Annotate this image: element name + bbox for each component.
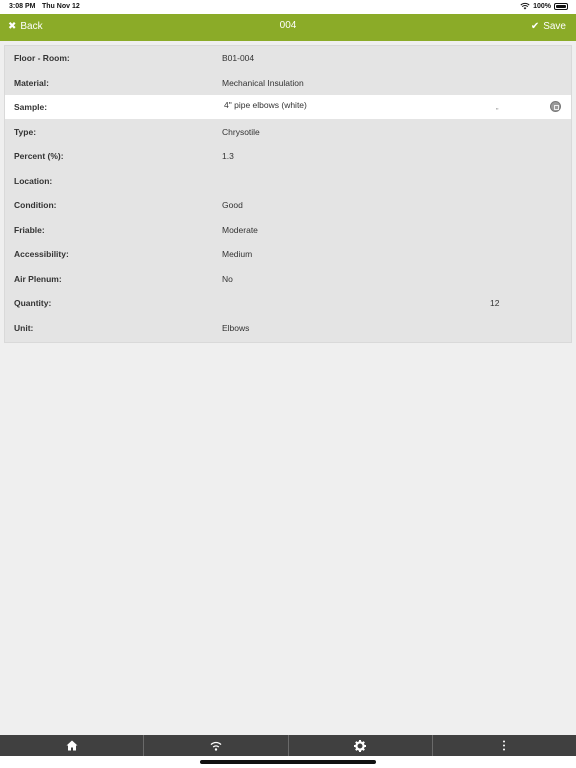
field-label: Unit: — [14, 322, 34, 333]
bottom-tab-bar — [0, 735, 576, 756]
row-material[interactable]: Material: Mechanical Insulation — [5, 71, 571, 95]
field-value: Chrysotile — [222, 126, 260, 137]
field-value: Elbows — [222, 322, 250, 333]
row-accessibility[interactable]: Accessibility: Medium — [5, 242, 571, 266]
checkmark-icon: ✔ — [530, 21, 540, 32]
field-label: Percent (%): — [14, 151, 64, 161]
field-label: Air Plenum: — [14, 273, 62, 284]
field-label: Type: — [14, 126, 37, 137]
home-indicator[interactable] — [200, 760, 376, 764]
quantity-input[interactable]: 12 — [490, 298, 499, 308]
field-label: Floor - Room: — [14, 53, 70, 63]
battery-icon — [554, 2, 568, 10]
home-icon — [66, 740, 78, 751]
field-label: Condition: — [14, 200, 57, 210]
row-floor-room[interactable]: Floor - Room: B01-004 — [5, 46, 571, 70]
field-value: Mechanical Insulation — [222, 77, 304, 88]
battery-percent: 100% — [533, 2, 551, 10]
field-label: Material: — [14, 77, 49, 88]
row-location[interactable]: Location: — [5, 169, 571, 193]
save-label: Save — [543, 21, 566, 32]
field-label: Sample: — [14, 102, 48, 112]
row-percent[interactable]: Percent (%): 1.3 — [5, 144, 571, 168]
row-quantity[interactable]: Quantity: 12 — [5, 291, 571, 315]
field-value: Moderate — [222, 224, 258, 235]
sample-form: Floor - Room: B01-004 Material: Mechanic… — [4, 45, 572, 343]
row-friable[interactable]: Friable: Moderate — [5, 218, 571, 242]
row-type[interactable]: Type: Chrysotile — [5, 120, 571, 144]
wifi-icon — [210, 741, 222, 751]
tab-home[interactable] — [0, 735, 145, 756]
status-bar: 3:08 PM Thu Nov 12 100% — [0, 0, 576, 14]
row-unit[interactable]: Unit: Elbows — [5, 316, 571, 340]
page-title: 004 — [279, 20, 297, 31]
clear-field-icon[interactable] — [550, 101, 561, 112]
status-right: 100% — [520, 2, 568, 10]
field-value: 1.3 — [222, 151, 234, 161]
row-air-plenum[interactable]: Air Plenum: No — [5, 267, 571, 291]
sample-input[interactable]: 4" pipe elbows (white) — [224, 100, 307, 110]
gear-icon — [354, 739, 367, 752]
nav-bar: ✖ Back 004 ✔ Save — [0, 14, 576, 41]
tab-settings[interactable] — [289, 735, 433, 756]
field-value: Medium — [222, 249, 253, 259]
ditto-mark: " — [496, 108, 499, 115]
more-vertical-icon — [503, 740, 506, 751]
tab-more[interactable] — [433, 735, 576, 756]
row-sample[interactable]: Sample: 4" pipe elbows (white) " — [5, 95, 571, 119]
status-time: 3:08 PM — [9, 3, 36, 10]
field-value: B01-004 — [222, 53, 255, 63]
row-condition[interactable]: Condition: Good — [5, 193, 571, 217]
save-button[interactable]: ✔ Save — [531, 21, 566, 32]
field-label: Quantity: — [14, 298, 52, 308]
field-label: Accessibility: — [14, 249, 69, 259]
field-label: Friable: — [14, 224, 45, 235]
wifi-signal-icon — [520, 2, 530, 10]
field-label: Location: — [14, 175, 53, 186]
field-value: Good — [222, 200, 243, 210]
field-value: No — [222, 273, 233, 284]
tab-wifi[interactable] — [144, 735, 289, 756]
status-date: Thu Nov 12 — [42, 3, 80, 10]
